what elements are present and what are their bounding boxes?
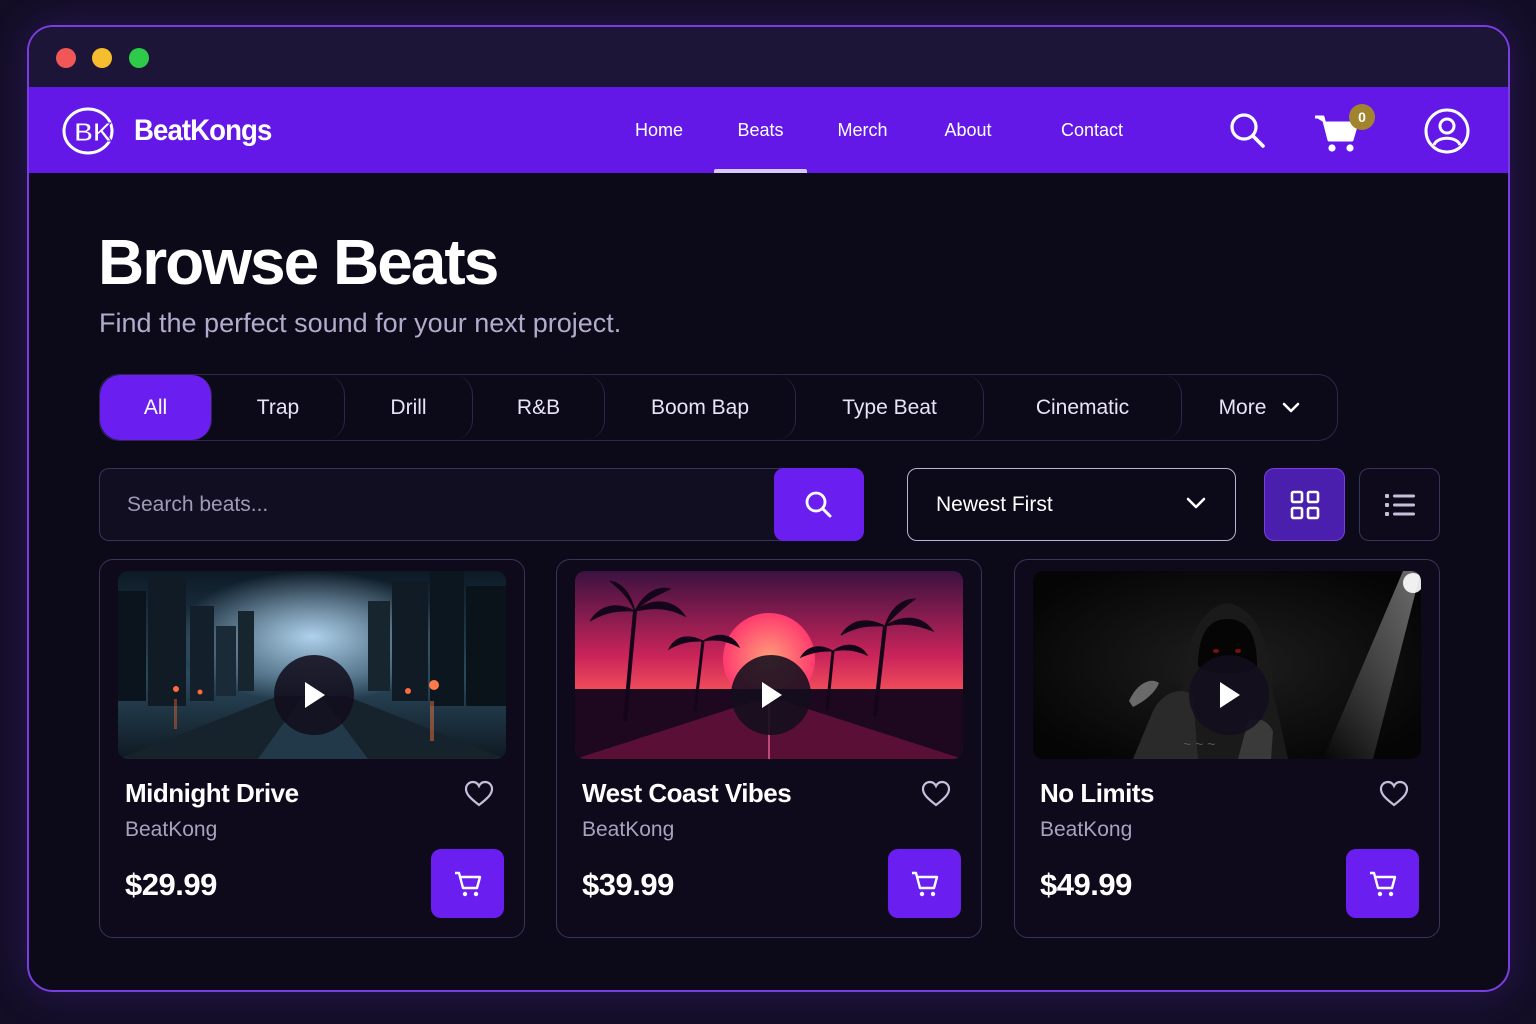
beat-price: $29.99: [125, 867, 217, 902]
play-button[interactable]: [274, 655, 354, 735]
search-input[interactable]: [100, 469, 774, 540]
grid-view-icon: [1290, 490, 1319, 519]
main-nav: Home Beats Merch About Contact: [609, 87, 1158, 173]
genre-chip-rnb[interactable]: R&B: [473, 375, 605, 440]
brand-name: BeatKongs: [134, 114, 272, 147]
play-icon: [1220, 682, 1240, 708]
logo-initials: BK: [74, 117, 112, 147]
cart-icon: [1369, 871, 1396, 896]
sort-dropdown[interactable]: Newest First: [907, 468, 1236, 541]
genre-chip-all[interactable]: All: [100, 375, 212, 440]
genre-chip-drill[interactable]: Drill: [345, 375, 473, 440]
cart-icon: [911, 871, 938, 896]
add-to-cart-button[interactable]: [431, 849, 504, 918]
play-icon: [305, 682, 325, 708]
beat-cover-image[interactable]: ~ ~ ~: [1033, 571, 1421, 759]
nav-link-home[interactable]: Home: [609, 87, 709, 173]
title-bar: [29, 27, 1508, 87]
add-to-cart-button[interactable]: [888, 849, 961, 918]
genre-chip-cinematic[interactable]: Cinematic: [984, 375, 1182, 440]
beat-title[interactable]: No Limits: [1040, 778, 1154, 809]
chevron-down-icon: [1283, 402, 1300, 412]
beat-card[interactable]: West Coast Vibes BeatKong $39.99: [556, 559, 982, 938]
page-title: Browse Beats: [98, 226, 499, 298]
genre-chip-trap[interactable]: Trap: [212, 375, 345, 440]
sort-selected-value: Newest First: [936, 492, 1053, 516]
search-icon: [805, 491, 832, 517]
genre-filter-bar: All Trap Drill R&B Boom Bap Type Beat Ci…: [99, 374, 1338, 441]
nav-link-contact[interactable]: Contact: [1026, 87, 1158, 173]
maximize-window-button[interactable]: [129, 48, 149, 68]
grid-view-button[interactable]: [1264, 468, 1345, 541]
minimize-window-button[interactable]: [92, 48, 112, 68]
user-circle-icon[interactable]: [1423, 107, 1471, 155]
nav-link-beats[interactable]: Beats: [714, 87, 807, 173]
beat-title[interactable]: Midnight Drive: [125, 778, 299, 809]
beat-cover-image[interactable]: [118, 571, 506, 759]
beat-title[interactable]: West Coast Vibes: [582, 778, 792, 809]
genre-chip-boom-bap[interactable]: Boom Bap: [605, 375, 796, 440]
beat-card[interactable]: Midnight Drive BeatKong $29.99: [99, 559, 525, 938]
add-to-cart-button[interactable]: [1346, 849, 1419, 918]
search-button[interactable]: [774, 468, 864, 541]
beat-artist: BeatKong: [582, 818, 675, 841]
svg-text:~ ~ ~: ~ ~ ~: [1183, 736, 1215, 752]
beat-price: $39.99: [582, 867, 674, 902]
browser-window: BK BeatKongs Home Beats Merch About Cont…: [27, 25, 1510, 992]
search-bar: [99, 468, 864, 541]
nav-link-about[interactable]: About: [918, 87, 1018, 173]
list-view-icon: [1384, 493, 1415, 516]
beat-artist: BeatKong: [1040, 818, 1133, 841]
cart-icon: [454, 871, 481, 896]
beat-cover-image[interactable]: [575, 571, 963, 759]
logo-mark-icon: BK: [62, 107, 114, 155]
beat-artist: BeatKong: [125, 818, 218, 841]
heart-icon[interactable]: [1379, 780, 1409, 808]
genre-chip-more[interactable]: More: [1182, 375, 1337, 440]
cart-count-badge: 0: [1349, 104, 1375, 130]
search-icon[interactable]: [1228, 111, 1268, 151]
close-window-button[interactable]: [56, 48, 76, 68]
chevron-down-icon: [1186, 497, 1206, 509]
list-view-button[interactable]: [1359, 468, 1440, 541]
navbar: BK BeatKongs Home Beats Merch About Cont…: [29, 87, 1508, 173]
nav-link-merch[interactable]: Merch: [807, 87, 918, 173]
beat-card[interactable]: ~ ~ ~ No Limits BeatKong $49.99: [1014, 559, 1440, 938]
play-button[interactable]: [1189, 655, 1269, 735]
page-subtitle: Find the perfect sound for your next pro…: [99, 308, 622, 338]
play-button[interactable]: [731, 655, 811, 735]
play-icon: [762, 682, 782, 708]
brand-logo[interactable]: BK BeatKongs: [62, 106, 283, 156]
heart-icon[interactable]: [464, 780, 494, 808]
genre-chip-type-beat[interactable]: Type Beat: [796, 375, 984, 440]
beat-price: $49.99: [1040, 867, 1132, 902]
heart-icon[interactable]: [921, 780, 951, 808]
